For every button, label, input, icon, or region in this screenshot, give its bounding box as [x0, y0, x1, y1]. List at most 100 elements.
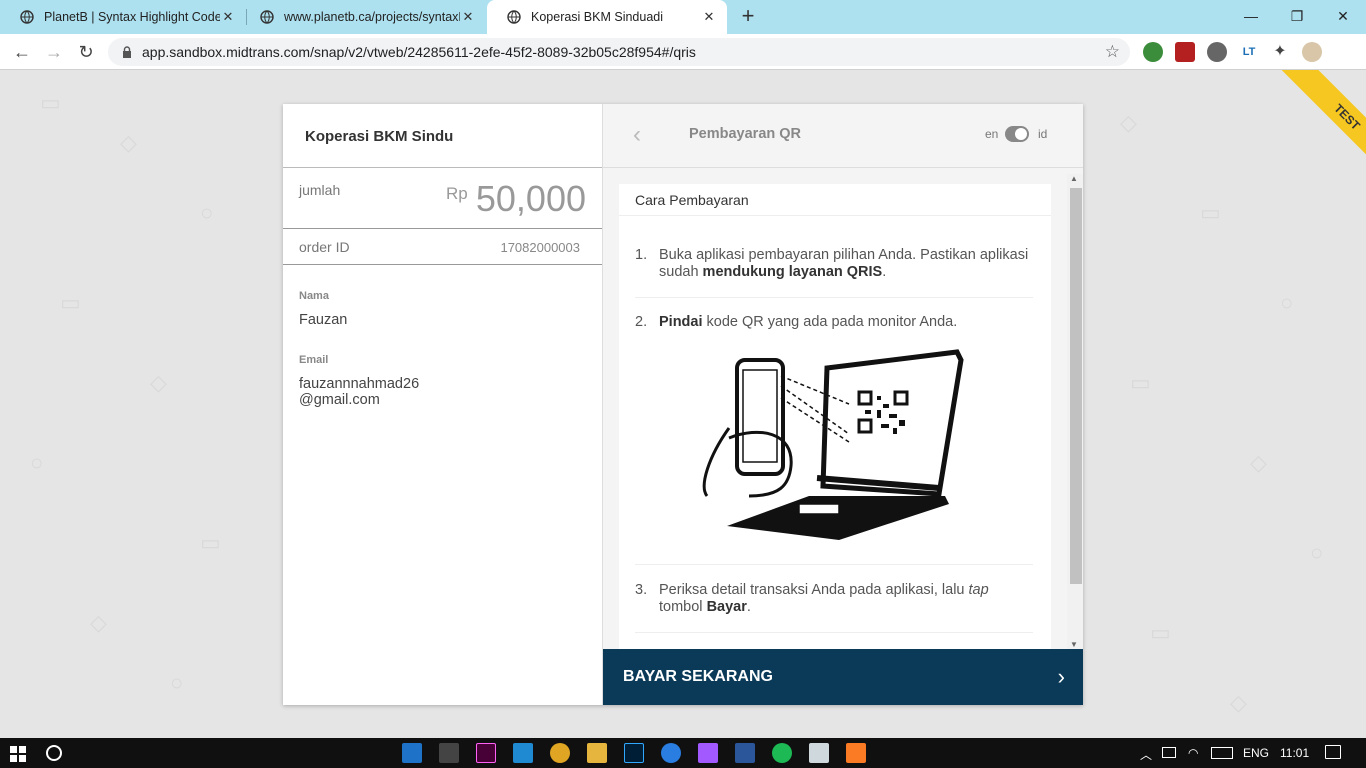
- spotify-icon[interactable]: [772, 743, 792, 763]
- close-tab-icon[interactable]: ✕: [701, 9, 717, 25]
- pay-now-label: BAYAR SEKARANG: [623, 668, 773, 685]
- step-divider: [635, 632, 1033, 633]
- vscode-icon[interactable]: [513, 743, 533, 763]
- word-icon[interactable]: [735, 743, 755, 763]
- order-id-value: 17082000003: [500, 240, 580, 255]
- file-explorer-icon[interactable]: [587, 743, 607, 763]
- taskbar: ︿ ◠ ENG 11:01: [0, 738, 1366, 768]
- tab-planetb[interactable]: PlanetB | Syntax Highlight Code i ✕: [0, 0, 246, 34]
- lang-id-label: id: [1038, 127, 1048, 141]
- search-circle-icon[interactable]: [46, 745, 62, 761]
- language-toggle[interactable]: [1005, 126, 1029, 142]
- step-text: Pindai kode QR yang ada pada monitor And…: [659, 314, 958, 330]
- step-number: 2.: [635, 314, 648, 330]
- lock-icon: [123, 46, 131, 58]
- photoshop-icon[interactable]: [624, 743, 644, 763]
- tab-bar: PlanetB | Syntax Highlight Code i ✕ www.…: [0, 0, 1366, 34]
- language-indicator[interactable]: ENG: [1243, 746, 1269, 760]
- firefox-icon[interactable]: [661, 743, 681, 763]
- reload-icon[interactable]: ↻: [75, 41, 97, 63]
- scroll-up-icon[interactable]: ▲: [1070, 174, 1078, 183]
- mail-icon[interactable]: [402, 743, 422, 763]
- store-icon[interactable]: [439, 743, 459, 763]
- chevron-right-icon: ›: [1057, 664, 1065, 689]
- currency-label: Rp: [446, 184, 468, 203]
- close-tab-icon[interactable]: ✕: [460, 9, 476, 25]
- amount-row: jumlah Rp 50,000: [283, 168, 602, 229]
- payment-panel: Koperasi BKM Sindu jumlah Rp 50,000 orde…: [283, 104, 1083, 705]
- tab-title: www.planetb.ca/projects/syntaxH: [284, 10, 460, 24]
- step-number: 3.: [635, 582, 648, 598]
- amount-value: 50,000: [475, 178, 586, 219]
- xd-icon[interactable]: [476, 743, 496, 763]
- payment-detail: ‹ Pembayaran QR en id Cara Pembayaran 1.…: [603, 104, 1083, 705]
- url-text: app.sandbox.midtrans.com/snap/v2/vtweb/2…: [142, 44, 696, 60]
- tab-planetb-projects[interactable]: www.planetb.ca/projects/syntaxH ✕: [240, 0, 486, 34]
- instruction-step-3: 3. Periksa detail transaksi Anda pada ap…: [635, 582, 1033, 616]
- keyboard-icon[interactable]: [1211, 747, 1233, 759]
- wifi-icon[interactable]: ◠: [1188, 746, 1198, 760]
- minimize-icon[interactable]: —: [1240, 5, 1262, 27]
- scan-qr-illustration: [702, 349, 964, 540]
- clock[interactable]: 11:01: [1280, 746, 1309, 760]
- star-icon[interactable]: ☆: [1105, 42, 1120, 62]
- payment-title: Pembayaran QR: [689, 126, 802, 142]
- order-row: order ID 17082000003: [283, 229, 602, 265]
- amount-label: jumlah: [299, 182, 341, 198]
- globe-icon: [260, 10, 274, 24]
- test-ribbon: TEST: [1230, 70, 1366, 206]
- scroll-down-icon[interactable]: ▼: [1070, 640, 1078, 649]
- instructions-card: Cara Pembayaran 1. Buka aplikasi pembaya…: [619, 184, 1051, 649]
- forward-icon[interactable]: →: [43, 41, 65, 63]
- email-label: Email: [299, 354, 329, 366]
- show-hidden-icons-icon[interactable]: ︿: [1140, 746, 1152, 763]
- chrome-icon[interactable]: [550, 743, 570, 763]
- extension-icon[interactable]: [1207, 42, 1227, 62]
- close-window-icon[interactable]: ✕: [1332, 5, 1354, 27]
- merchant-name: Koperasi BKM Sindu: [283, 104, 602, 168]
- instructions-scrollbar[interactable]: ▲ ▼: [1067, 174, 1083, 649]
- lang-en-label: en: [985, 127, 999, 141]
- pay-now-button[interactable]: BAYAR SEKARANG ›: [603, 649, 1083, 705]
- globe-icon: [507, 10, 521, 24]
- puzzle-icon[interactable]: ✦: [1270, 42, 1290, 62]
- toggle-knob: [1015, 128, 1027, 140]
- scroll-thumb[interactable]: [1070, 188, 1082, 584]
- tab-koperasi[interactable]: Koperasi BKM Sinduadi ✕: [487, 0, 727, 34]
- instruction-step-2: 2. Pindai kode QR yang ada pada monitor …: [635, 314, 1033, 331]
- step-divider: [635, 297, 1033, 298]
- step-divider: [635, 564, 1033, 565]
- name-label: Nama: [299, 290, 329, 302]
- step-number: 1.: [635, 247, 648, 263]
- back-chevron-icon[interactable]: ‹: [633, 121, 641, 149]
- order-summary: Koperasi BKM Sindu jumlah Rp 50,000 orde…: [283, 104, 603, 705]
- order-id-label: order ID: [299, 239, 350, 255]
- windows-start-icon[interactable]: [10, 746, 26, 762]
- test-ribbon-label: TEST: [1270, 70, 1366, 194]
- tab-title: PlanetB | Syntax Highlight Code i: [44, 10, 220, 24]
- acrobat-icon[interactable]: [1175, 42, 1195, 62]
- xampp-icon[interactable]: [846, 743, 866, 763]
- email-value-line1: fauzannnahmad26: [299, 376, 420, 392]
- notification-icon[interactable]: [1325, 745, 1341, 759]
- qr-code-graphic: [857, 390, 911, 436]
- step-text: Periksa detail transaksi Anda pada aplik…: [659, 582, 989, 615]
- figma-icon[interactable]: [698, 743, 718, 763]
- address-bar[interactable]: app.sandbox.midtrans.com/snap/v2/vtweb/2…: [108, 38, 1130, 66]
- email-value-line2: @gmail.com: [299, 392, 380, 408]
- close-tab-icon[interactable]: ✕: [220, 9, 236, 25]
- notepad-icon[interactable]: [809, 743, 829, 763]
- extension-globe-icon[interactable]: [1143, 42, 1163, 62]
- battery-icon[interactable]: [1162, 747, 1176, 758]
- new-tab-icon[interactable]: +: [737, 5, 759, 27]
- payment-header: ‹ Pembayaran QR en id: [603, 104, 1083, 168]
- browser-toolbar: ← → ↻ app.sandbox.midtrans.com/snap/v2/v…: [0, 34, 1366, 70]
- globe-icon: [20, 10, 34, 24]
- instructions-title: Cara Pembayaran: [619, 184, 1051, 216]
- translate-icon[interactable]: LT: [1239, 42, 1259, 62]
- restore-icon[interactable]: ❐: [1286, 5, 1308, 27]
- back-icon[interactable]: ←: [11, 41, 33, 63]
- profile-icon[interactable]: [1302, 42, 1322, 62]
- step-text: Buka aplikasi pembayaran pilihan Anda. P…: [659, 247, 1029, 280]
- name-value: Fauzan: [299, 312, 348, 328]
